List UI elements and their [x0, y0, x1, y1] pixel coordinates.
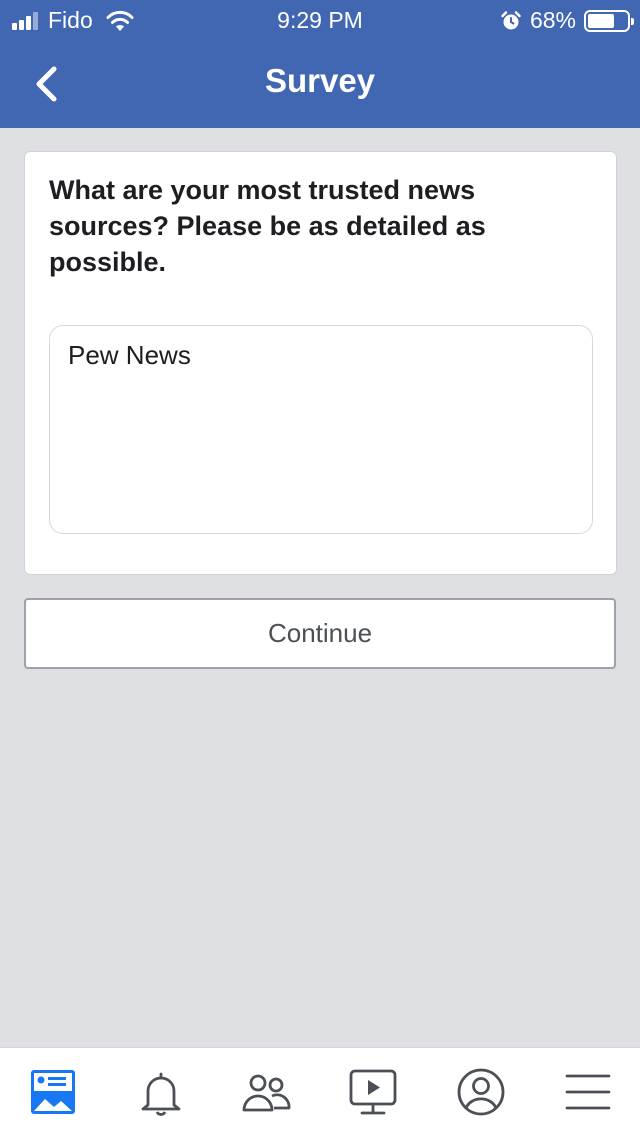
- bottom-tab-bar: [0, 1047, 640, 1136]
- bell-icon: [141, 1072, 181, 1116]
- tab-menu[interactable]: [558, 1062, 618, 1122]
- answer-textarea[interactable]: Pew News: [49, 325, 593, 534]
- news-feed-icon: [31, 1070, 75, 1114]
- profile-icon: [457, 1068, 505, 1116]
- menu-icon: [565, 1074, 611, 1110]
- continue-button[interactable]: Continue: [24, 598, 616, 669]
- battery-icon: [584, 9, 634, 32]
- watch-video-icon: [349, 1069, 397, 1115]
- tab-news-feed[interactable]: [23, 1062, 83, 1122]
- survey-question: What are your most trusted news sources?…: [49, 175, 486, 277]
- survey-card: What are your most trusted news sources?…: [24, 151, 617, 575]
- page-title: Survey: [264, 62, 376, 99]
- status-bar: Fido 9:29 PM 68%: [0, 0, 640, 40]
- battery-percent: 68%: [529, 7, 576, 33]
- tab-friends[interactable]: [236, 1062, 296, 1122]
- friends-icon: [242, 1074, 291, 1112]
- tab-watch[interactable]: [343, 1062, 403, 1122]
- header: Fido 9:29 PM 68% Survey: [0, 0, 640, 128]
- tab-notifications[interactable]: [131, 1062, 191, 1122]
- alarm-icon: [501, 10, 521, 29]
- tab-profile[interactable]: [451, 1062, 511, 1122]
- status-right: 68%: [500, 7, 634, 34]
